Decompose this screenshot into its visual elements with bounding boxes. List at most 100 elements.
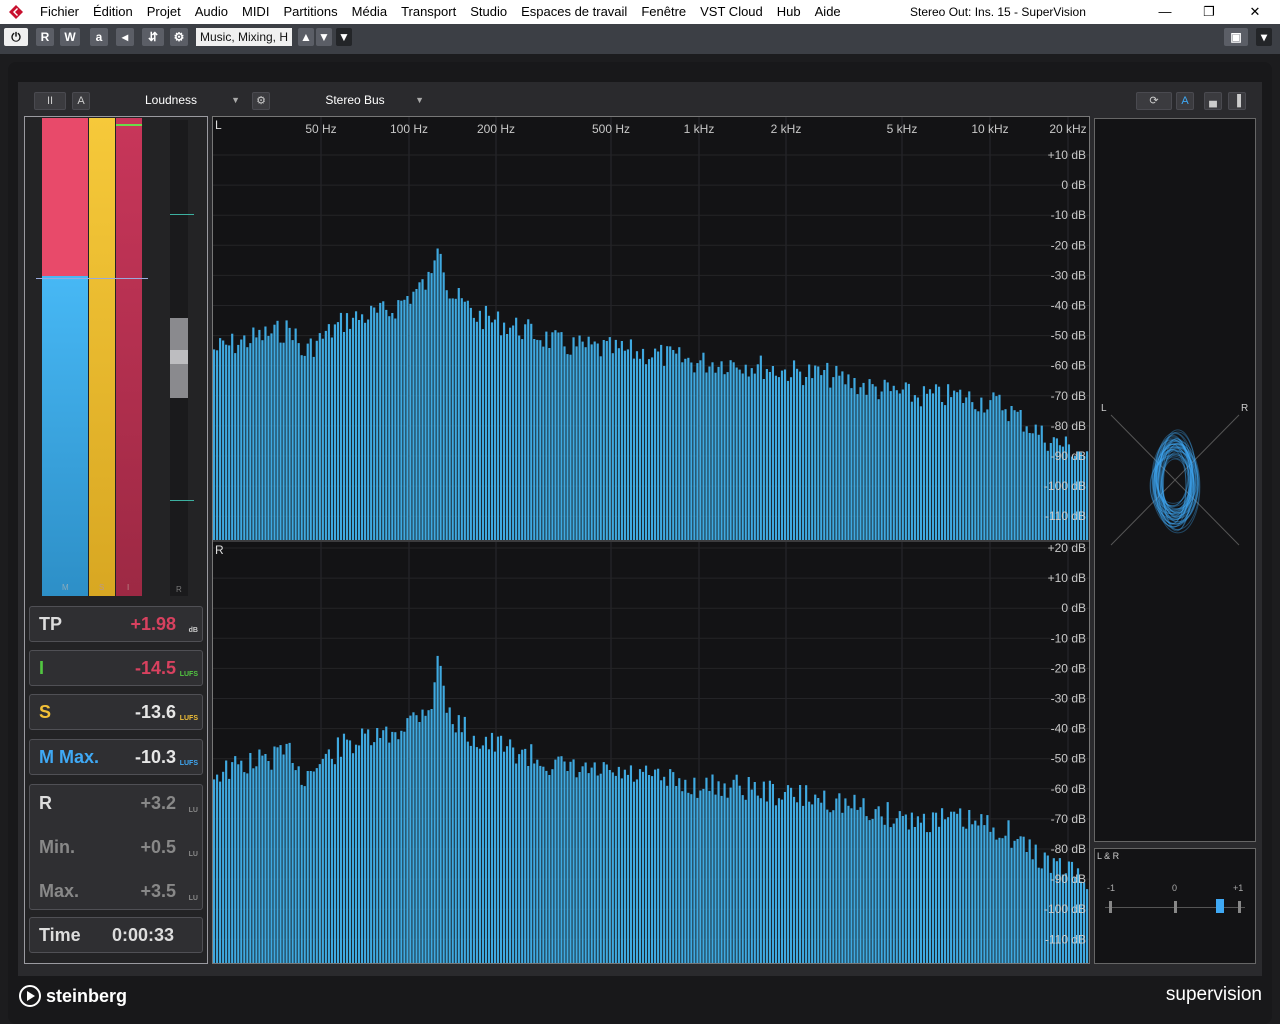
spectrum-bar: [243, 335, 246, 540]
spectrum-bar: [971, 402, 974, 540]
cubase-logo-icon: [9, 5, 23, 19]
bypass-icon[interactable]: ⇵: [142, 28, 164, 46]
spectrum-bar: [808, 801, 811, 963]
preset-prev-icon[interactable]: ▲: [298, 28, 314, 46]
spectrum-bar: [557, 332, 560, 540]
spectrum-bar: [928, 832, 932, 963]
spectrum-bar: [947, 384, 950, 540]
spectrum-bar: [361, 728, 364, 963]
spectrum-bar: [457, 288, 460, 540]
spectrum-bar: [805, 377, 808, 540]
module-settings-gear-icon[interactable]: ⚙: [252, 92, 270, 110]
spectrum-bar: [1040, 425, 1043, 540]
range-max-label: Max.: [39, 881, 80, 901]
layout-side-icon[interactable]: ▐: [1228, 92, 1246, 110]
spectrum-bar: [910, 812, 913, 963]
menu-item[interactable]: Partitions: [283, 0, 337, 24]
spectrum-bar: [747, 777, 750, 963]
source-select[interactable]: Stereo Bus ▼: [280, 90, 430, 110]
close-button[interactable]: ✕: [1240, 0, 1270, 24]
spectrum-bar: [913, 827, 916, 963]
menu-item[interactable]: Hub: [777, 0, 801, 24]
snapshot-menu-icon[interactable]: ▾: [1256, 28, 1272, 46]
menu-item[interactable]: Média: [352, 0, 387, 24]
minimize-button[interactable]: —: [1150, 0, 1180, 24]
spectrum-bar: [714, 372, 717, 540]
compare-button[interactable]: a: [90, 28, 108, 46]
spectrum-bar: [258, 329, 261, 540]
module-select[interactable]: Loudness ▼: [96, 90, 246, 110]
spectrum-bar: [759, 355, 762, 540]
spectrum-bar: [506, 334, 509, 540]
a-right-button[interactable]: A: [1176, 92, 1194, 110]
range-min-value: +0.5: [140, 837, 176, 857]
spectrum-bar: [1028, 839, 1031, 963]
arrow-left-icon[interactable]: ◂: [116, 28, 134, 46]
spectrum-bar: [669, 346, 672, 540]
spectrum-bar: [729, 360, 732, 540]
spectrum-bar: [1082, 882, 1086, 963]
spectrum-bar: [814, 365, 817, 540]
sync-icon[interactable]: ⟳: [1136, 92, 1172, 110]
spectrum-bar: [977, 411, 980, 540]
spectrum-bar: [841, 371, 844, 540]
spectrum-bar: [953, 390, 956, 540]
spectrum-bar: [916, 816, 919, 963]
spectrum-bar: [554, 759, 557, 963]
menu-item[interactable]: Studio: [470, 0, 507, 24]
layout-bottom-icon[interactable]: ▄: [1204, 92, 1222, 110]
db-label: -90 dB: [1051, 449, 1086, 463]
pause-button[interactable]: II: [34, 92, 66, 110]
spectrum-bar: [950, 811, 953, 963]
spectrum-bar: [702, 352, 705, 540]
spectrum-bar: [225, 760, 228, 963]
restore-button[interactable]: ❐: [1194, 0, 1224, 24]
menu-item[interactable]: Édition: [93, 0, 133, 24]
spectrum-bar: [1010, 847, 1013, 963]
s-bar-fill: [89, 118, 115, 596]
spectrum-bar: [521, 339, 524, 540]
spectrum-bar: [802, 385, 805, 540]
menu-item[interactable]: Projet: [147, 0, 181, 24]
read-automation-button[interactable]: R: [36, 28, 54, 46]
a-button[interactable]: A: [72, 92, 90, 110]
r-min-marker: [170, 500, 194, 501]
spectrum-bar: [339, 756, 343, 963]
spectrum-bar: [874, 386, 877, 540]
menu-item[interactable]: Aide: [815, 0, 841, 24]
menu-item[interactable]: Espaces de travail: [521, 0, 627, 24]
spectrum-bar: [675, 786, 678, 963]
spectrum-bar: [922, 386, 926, 540]
spectrum-bar: [433, 260, 436, 540]
spectrum-bar: [617, 766, 620, 963]
menu-item[interactable]: Transport: [401, 0, 456, 24]
write-automation-button[interactable]: W: [60, 28, 80, 46]
spectrum-bar: [868, 379, 871, 540]
spectrum-bar: [768, 372, 771, 540]
spectrum-bar: [282, 754, 285, 963]
spectrum-bar: [563, 346, 566, 540]
menu-item[interactable]: VST Cloud: [700, 0, 763, 24]
spectrum-bar: [901, 816, 904, 963]
spectrum-bar: [644, 364, 648, 540]
spectrum-bar: [288, 742, 291, 963]
menu-item[interactable]: MIDI: [242, 0, 269, 24]
settings-gear-icon[interactable]: ⚙: [170, 28, 188, 46]
menu-item[interactable]: Audio: [195, 0, 228, 24]
preset-menu-icon[interactable]: ▼: [336, 28, 352, 46]
menu-item[interactable]: Fenêtre: [641, 0, 686, 24]
preset-name-field[interactable]: Music, Mixing, H: [196, 28, 292, 46]
snapshot-camera-icon[interactable]: ▣: [1224, 28, 1248, 46]
spectrum-bar: [962, 826, 965, 963]
spectrum-bar: [379, 738, 382, 963]
preset-next-icon[interactable]: ▼: [316, 28, 332, 46]
spectrum-bar: [512, 747, 515, 963]
i-bar-label: I: [127, 583, 130, 592]
power-button[interactable]: ⏻: [4, 28, 28, 46]
spectrum-bar: [427, 710, 430, 963]
spectrum-bar: [913, 395, 916, 540]
menu-item[interactable]: Fichier: [40, 0, 79, 24]
spectrum-bar: [623, 769, 626, 963]
spectrum-bar: [1019, 410, 1022, 540]
spectrum-bar: [898, 811, 901, 963]
